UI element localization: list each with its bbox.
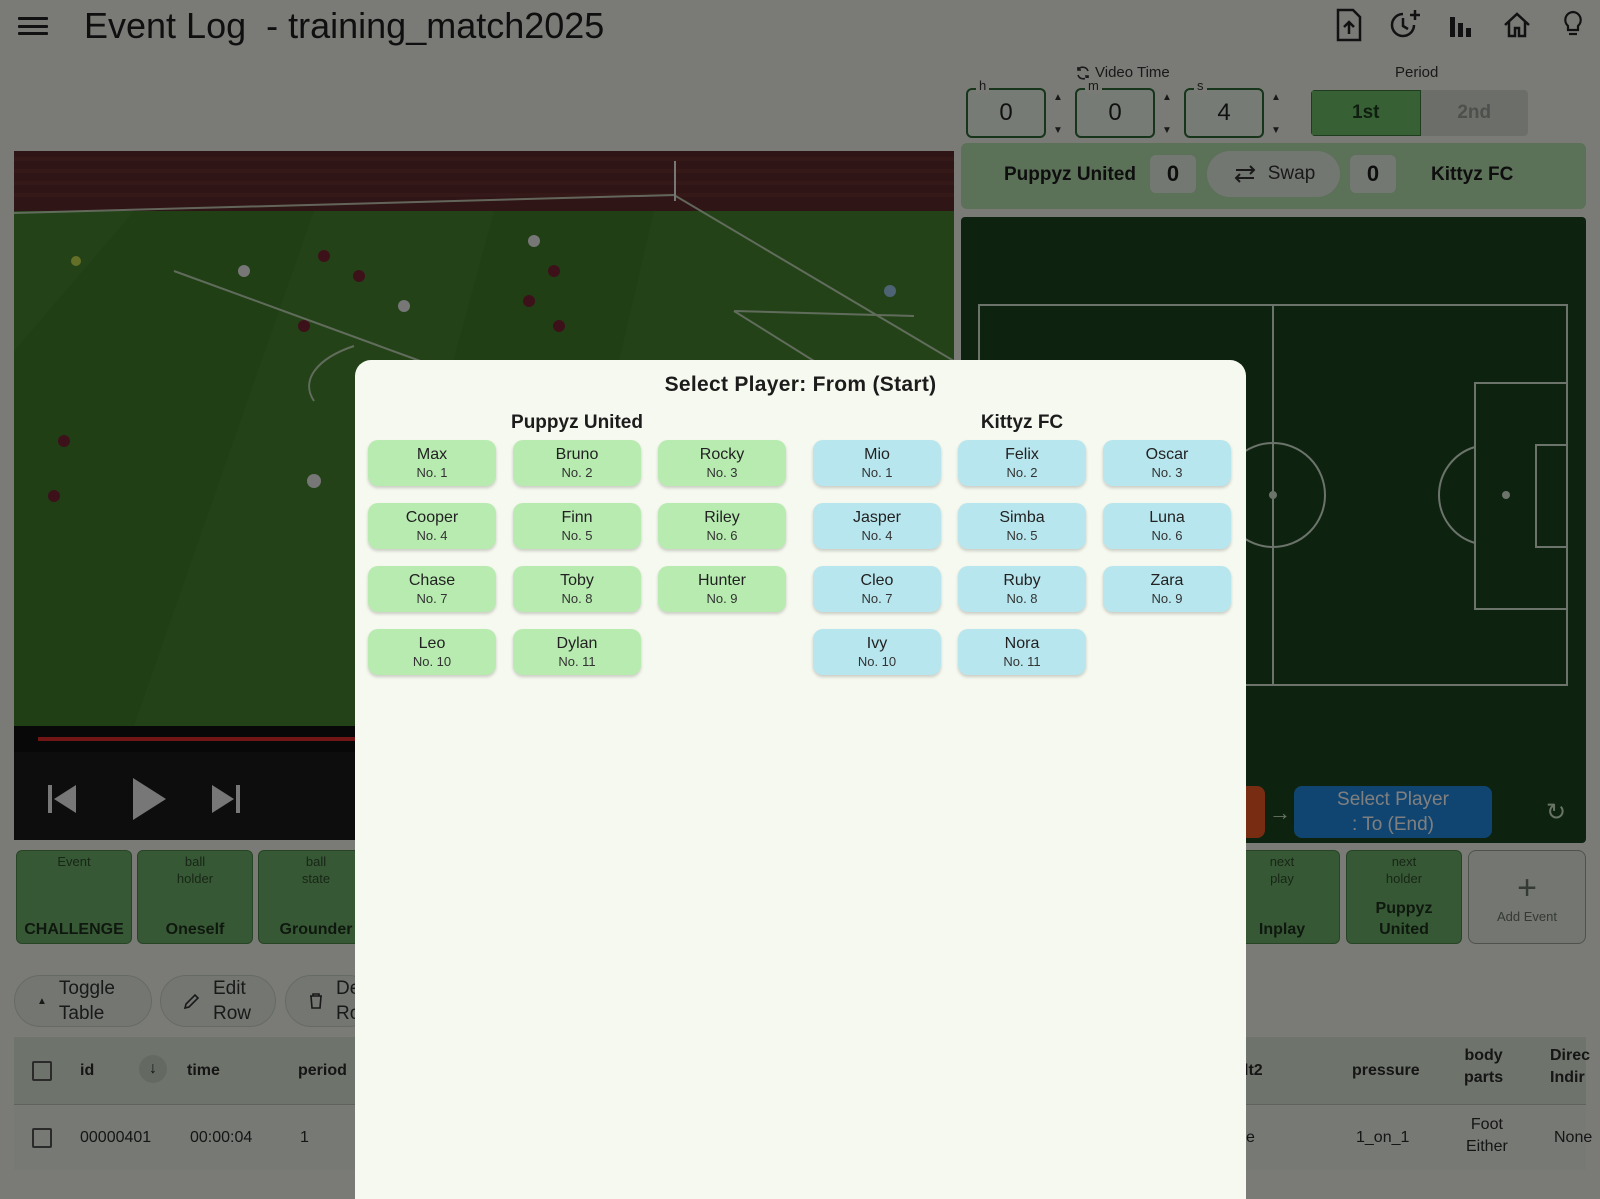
player-name: Rocky xyxy=(699,446,745,463)
player-number: No. 2 xyxy=(1006,465,1038,480)
home-player-button[interactable]: Max No. 1 xyxy=(368,440,496,486)
player-number: No. 8 xyxy=(1006,591,1038,606)
player-name: Max xyxy=(416,446,448,463)
player-name: Chase xyxy=(408,572,456,589)
home-player-button[interactable]: Hunter No. 9 xyxy=(658,566,786,612)
player-number: No. 7 xyxy=(861,591,893,606)
away-player-button[interactable]: Luna No. 6 xyxy=(1103,503,1231,549)
player-number: No. 3 xyxy=(1151,465,1183,480)
away-player-button[interactable]: Mio No. 1 xyxy=(813,440,941,486)
player-number: No. 11 xyxy=(558,654,596,669)
player-name: Cleo xyxy=(860,572,894,589)
home-player-button[interactable]: Chase No. 7 xyxy=(368,566,496,612)
home-player-button[interactable]: Riley No. 6 xyxy=(658,503,786,549)
player-name: Riley xyxy=(704,509,740,526)
player-name: Felix xyxy=(1005,446,1039,463)
home-player-button[interactable]: Dylan No. 11 xyxy=(513,629,641,675)
player-number: No. 7 xyxy=(416,591,448,606)
player-name: Leo xyxy=(418,635,446,652)
away-player-button[interactable]: Oscar No. 3 xyxy=(1103,440,1231,486)
player-number: No. 5 xyxy=(561,528,593,543)
player-number: No. 9 xyxy=(1151,591,1183,606)
away-player-button[interactable]: Zara No. 9 xyxy=(1103,566,1231,612)
player-name: Ruby xyxy=(1003,572,1041,589)
home-player-button[interactable]: Finn No. 5 xyxy=(513,503,641,549)
player-number: No. 6 xyxy=(1151,528,1183,543)
player-name: Oscar xyxy=(1145,446,1189,463)
away-player-button[interactable]: Felix No. 2 xyxy=(958,440,1086,486)
home-team-heading: Puppyz United xyxy=(511,412,643,433)
away-player-button[interactable]: Simba No. 5 xyxy=(958,503,1086,549)
player-number: No. 11 xyxy=(1003,654,1041,669)
player-number: No. 8 xyxy=(561,591,593,606)
player-name: Dylan xyxy=(556,635,598,652)
away-player-button[interactable]: Ruby No. 8 xyxy=(958,566,1086,612)
player-number: No. 9 xyxy=(706,591,738,606)
player-number: No. 10 xyxy=(857,654,897,669)
away-team-heading: Kittyz FC xyxy=(980,412,1064,433)
player-number: No. 10 xyxy=(412,654,452,669)
away-player-button[interactable]: Ivy No. 10 xyxy=(813,629,941,675)
select-player-dialog: Select Player: From (Start) Puppyz Unite… xyxy=(355,360,1246,1199)
player-name: Luna xyxy=(1149,509,1185,526)
player-number: No. 4 xyxy=(861,528,893,543)
player-name: Finn xyxy=(561,509,593,526)
player-name: Toby xyxy=(560,572,594,589)
player-name: Simba xyxy=(999,509,1045,526)
home-player-button[interactable]: Cooper No. 4 xyxy=(368,503,496,549)
player-number: No. 1 xyxy=(861,465,893,480)
player-number: No. 4 xyxy=(416,528,448,543)
player-number: No. 2 xyxy=(561,465,593,480)
player-name: Cooper xyxy=(405,509,459,526)
player-name: Nora xyxy=(1004,635,1040,652)
away-player-button[interactable]: Jasper No. 4 xyxy=(813,503,941,549)
home-player-button[interactable]: Bruno No. 2 xyxy=(513,440,641,486)
player-number: No. 3 xyxy=(706,465,738,480)
player-name: Jasper xyxy=(852,509,902,526)
player-name: Zara xyxy=(1150,572,1184,589)
player-name: Mio xyxy=(864,446,890,463)
away-player-button[interactable]: Nora No. 11 xyxy=(958,629,1086,675)
player-number: No. 1 xyxy=(416,465,448,480)
player-name: Ivy xyxy=(866,635,888,652)
player-number: No. 5 xyxy=(1006,528,1038,543)
player-name: Bruno xyxy=(555,446,599,463)
home-player-button[interactable]: Toby No. 8 xyxy=(513,566,641,612)
player-number: No. 6 xyxy=(706,528,738,543)
player-name: Hunter xyxy=(697,572,747,589)
dialog-title: Select Player: From (Start) xyxy=(664,373,937,396)
home-player-button[interactable]: Leo No. 10 xyxy=(368,629,496,675)
away-player-button[interactable]: Cleo No. 7 xyxy=(813,566,941,612)
home-player-button[interactable]: Rocky No. 3 xyxy=(658,440,786,486)
